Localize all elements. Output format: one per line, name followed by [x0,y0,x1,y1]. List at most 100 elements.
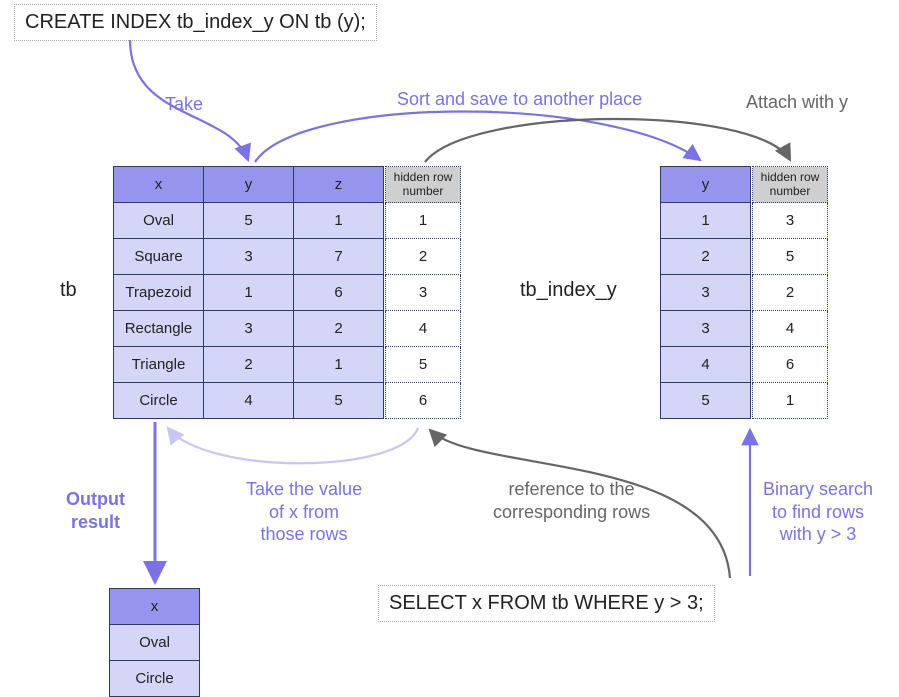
cell: Rectangle [114,311,204,347]
cell: 3 [661,275,751,311]
label-output-result: Output result [66,488,125,533]
cell: 1 [294,203,384,239]
text: of x from [269,502,339,522]
table-header-row: y [661,167,751,203]
label-reference: reference to the corresponding rows [493,478,650,523]
cell: 3 [753,203,828,239]
table-row: 1 [386,203,461,239]
cell: Oval [110,625,200,661]
table-row: 3 [386,275,461,311]
cell: 3 [386,275,461,311]
arrow-sort-save [255,111,700,162]
cell: 1 [386,203,461,239]
table-row: 3 [661,311,751,347]
table-row: 5 [386,347,461,383]
cell: 2 [386,239,461,275]
table-row: 3 [661,275,751,311]
index-hidden-col: hidden rownumber 3 5 2 4 6 1 [752,166,828,419]
cell: 6 [753,347,828,383]
table-header-row: hidden rownumber [386,167,461,203]
cell: 5 [294,383,384,419]
tb-table: x y z Oval51 Square37 Trapezoid16 Rectan… [113,166,384,419]
text: corresponding rows [493,502,650,522]
text: Binary search [763,479,873,499]
cell: Oval [114,203,204,239]
table-row: Rectangle32 [114,311,384,347]
arrow-take-x [168,428,418,463]
table-row: 4 [386,311,461,347]
col-z: z [294,167,384,203]
col-x: x [110,589,200,625]
cell: 3 [204,311,294,347]
sql-select: SELECT x FROM tb WHERE y > 3; [378,585,715,622]
tb-hidden-col: hidden rownumber 1 2 3 4 5 6 [385,166,461,419]
cell: 4 [661,347,751,383]
table-row: Oval51 [114,203,384,239]
label-sort-save: Sort and save to another place [397,88,642,111]
label-take: Take [165,93,203,116]
cell: Triangle [114,347,204,383]
text: to find rows [772,502,864,522]
table-row: Triangle21 [114,347,384,383]
table-row: Circle [110,661,200,697]
col-hidden: hidden rownumber [753,167,828,203]
text: result [71,512,120,532]
cell: Circle [114,383,204,419]
cell: Trapezoid [114,275,204,311]
label-tb-index-y: tb_index_y [520,278,617,303]
col-y: y [204,167,294,203]
cell: 2 [294,311,384,347]
cell: 1 [294,347,384,383]
cell: 1 [661,203,751,239]
cell: 5 [386,347,461,383]
text: Take the value [246,479,362,499]
table-row: 3 [753,203,828,239]
cell: 2 [753,275,828,311]
cell: 5 [661,383,751,419]
table-header-row: x y z [114,167,384,203]
table-row: Square37 [114,239,384,275]
cell: 5 [204,203,294,239]
cell: 2 [661,239,751,275]
table-row: 4 [753,311,828,347]
label-take-x: Take the value of x from those rows [246,478,362,546]
cell: 5 [753,239,828,275]
col-x: x [114,167,204,203]
table-row: 2 [661,239,751,275]
sql-create-index: CREATE INDEX tb_index_y ON tb (y); [14,4,377,41]
text: with y > 3 [780,524,857,544]
cell: 6 [386,383,461,419]
result-table: x Oval Circle [109,588,200,697]
table-row: 5 [753,239,828,275]
cell: 1 [204,275,294,311]
label-attach: Attach with y [746,91,848,114]
cell: 4 [204,383,294,419]
table-header-row: x [110,589,200,625]
table-row: Trapezoid16 [114,275,384,311]
cell: 6 [294,275,384,311]
cell: 4 [753,311,828,347]
table-row: 5 [661,383,751,419]
arrow-attach [425,119,790,162]
index-table: y 1 2 3 3 4 5 [660,166,751,419]
cell: Square [114,239,204,275]
cell: 7 [294,239,384,275]
cell: 3 [661,311,751,347]
table-row: Circle45 [114,383,384,419]
table-row: 2 [753,275,828,311]
label-tb: tb [60,278,77,303]
col-hidden: hidden rownumber [386,167,461,203]
cell: 3 [204,239,294,275]
cell: Circle [110,661,200,697]
table-row: Oval [110,625,200,661]
label-binary: Binary search to find rows with y > 3 [763,478,873,546]
table-row: 1 [753,383,828,419]
table-header-row: hidden rownumber [753,167,828,203]
cell: 2 [204,347,294,383]
text: Output [66,489,125,509]
table-row: 1 [661,203,751,239]
text: those rows [261,524,348,544]
table-row: 6 [753,347,828,383]
text: reference to the [508,479,634,499]
table-row: 6 [386,383,461,419]
